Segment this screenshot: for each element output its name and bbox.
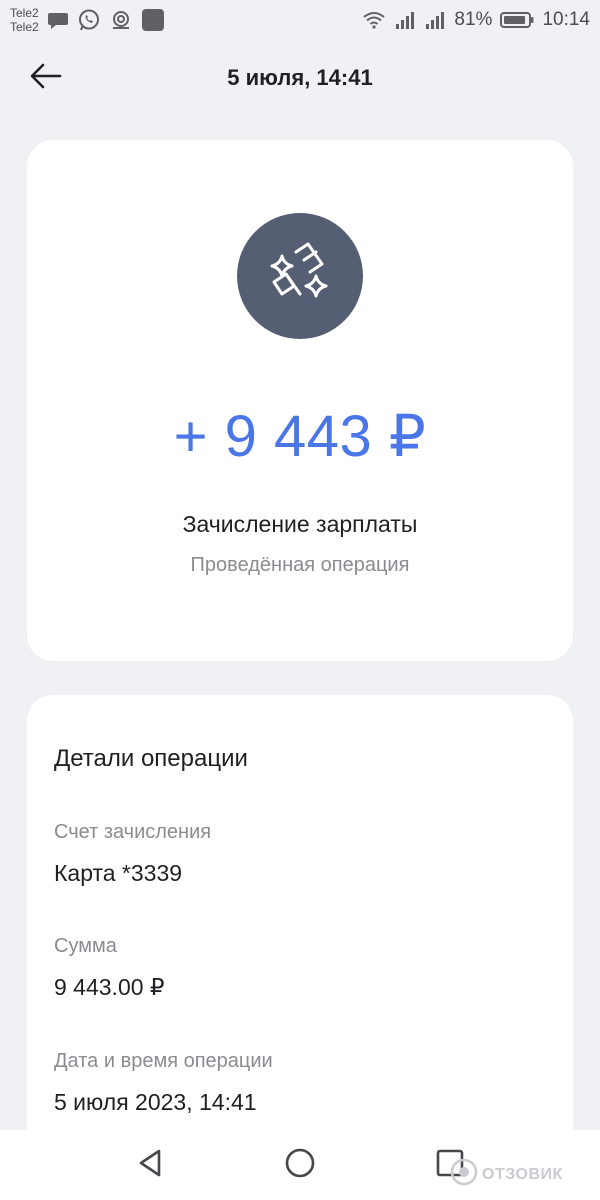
- chat-bubble-icon: [47, 9, 69, 31]
- carrier-labels: Tele2 Tele2: [10, 6, 39, 34]
- carrier-2: Tele2: [10, 20, 39, 34]
- signal-icon: [424, 10, 446, 30]
- carrier-1: Tele2: [10, 6, 39, 20]
- detail-value-datetime: 5 июля 2023, 14:41: [54, 1089, 257, 1115]
- wireless-sync-icon: [109, 9, 133, 31]
- signal-icon: [394, 10, 416, 30]
- status-right: 81% 10:14: [362, 9, 590, 31]
- detail-label-datetime: Дата и время операции: [54, 1050, 273, 1072]
- detail-label-account: Счет зачисления: [54, 821, 212, 843]
- status-bar: Tele2 Tele2 81% 10:14: [0, 0, 600, 40]
- operation-status: Проведённая операция: [190, 554, 410, 576]
- status-left: Tele2 Tele2: [10, 6, 165, 34]
- operation-title: Зачисление зарплаты: [182, 511, 418, 537]
- wifi-icon: [362, 10, 386, 30]
- detail-value-amount: 9 443.00 ₽: [54, 974, 165, 1000]
- details-heading: Детали операции: [54, 745, 248, 772]
- nav-home-button[interactable]: [280, 1147, 320, 1183]
- watermark-text: ОТЗОВИК: [482, 1165, 563, 1183]
- whatsapp-icon: [77, 8, 101, 32]
- nav-back-icon: [135, 1147, 165, 1184]
- app-square-icon: [141, 8, 165, 32]
- header: 5 июля, 14:41: [0, 52, 600, 104]
- battery-icon: [500, 11, 534, 29]
- sparkle-wallet-icon: [260, 234, 340, 319]
- nav-home-icon: [284, 1147, 316, 1184]
- watermark-logo-icon: [450, 1158, 478, 1191]
- category-avatar: [237, 213, 363, 339]
- nav-back-button[interactable]: [130, 1147, 170, 1183]
- battery-percent: 81%: [454, 9, 493, 30]
- operation-summary-card: + 9 443 ₽ Зачисление зарплаты Проведённа…: [27, 140, 573, 661]
- operation-amount: + 9 443 ₽: [173, 404, 427, 469]
- status-time: 10:14: [542, 9, 590, 30]
- page-title: 5 июля, 14:41: [227, 65, 373, 90]
- detail-value-account: Карта *3339: [54, 860, 183, 886]
- detail-label-amount: Сумма: [54, 935, 117, 957]
- operation-details-card: Детали операции Счет зачисления Карта *3…: [27, 695, 573, 1165]
- watermark: ОТЗОВИК: [450, 1158, 563, 1191]
